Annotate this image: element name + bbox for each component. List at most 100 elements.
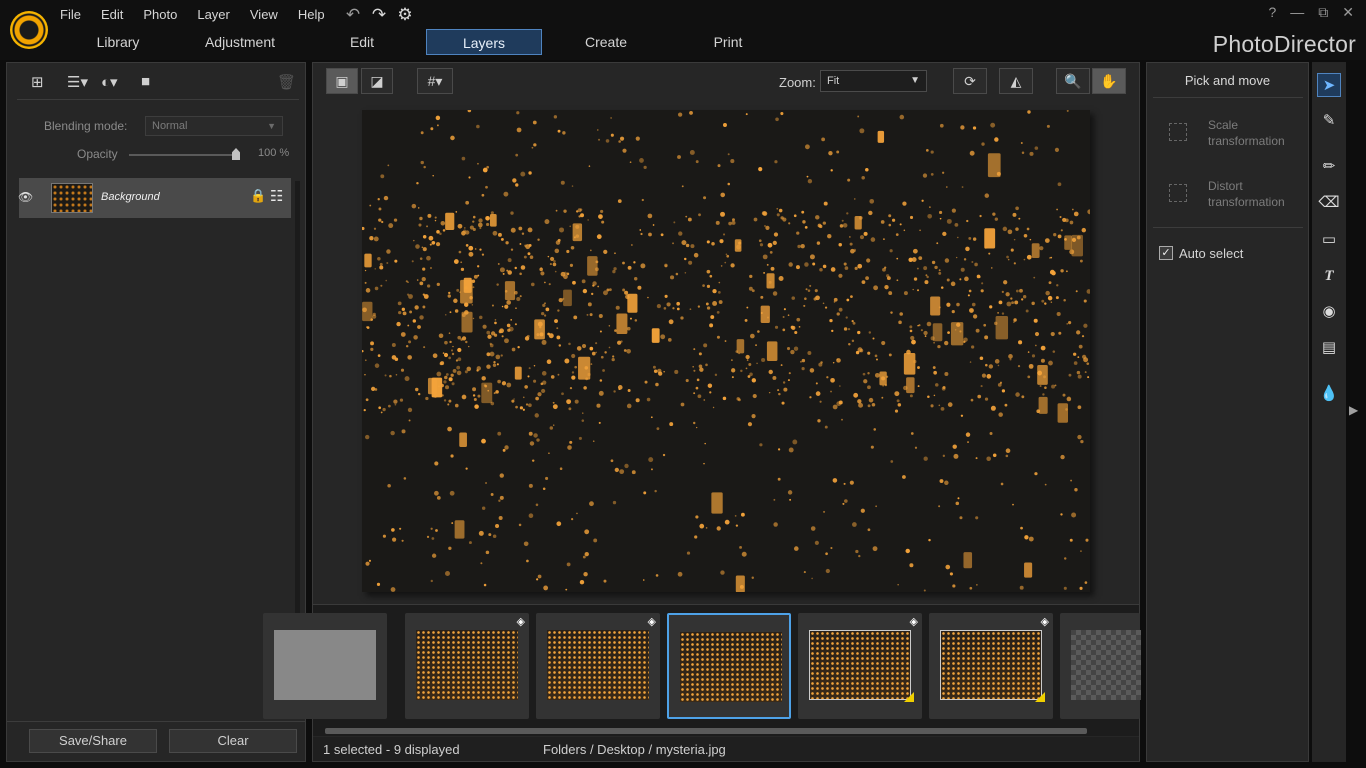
- redo-icon[interactable]: ↷: [371, 5, 387, 25]
- filmstrip-thumb-selected[interactable]: [667, 613, 791, 719]
- distort-transformation-button[interactable]: Distort transformation: [1169, 178, 1299, 214]
- lantern-light: [756, 362, 758, 365]
- menu-layer[interactable]: Layer: [197, 7, 230, 22]
- auto-select-checkbox[interactable]: ✓: [1159, 246, 1173, 260]
- filmstrip-thumb[interactable]: ◈: [929, 613, 1053, 719]
- lock-icon[interactable]: 🔒: [250, 188, 266, 204]
- adjustment-layer-icon[interactable]: ◐▾: [101, 73, 118, 91]
- clear-button[interactable]: Clear: [169, 729, 297, 753]
- lantern-light: [528, 403, 532, 408]
- lantern-light: [944, 340, 949, 346]
- tab-library[interactable]: Library: [60, 29, 176, 55]
- lantern-light: [606, 288, 610, 292]
- grid-icon[interactable]: #▾: [417, 68, 453, 94]
- mask-icon[interactable]: ■: [141, 73, 150, 90]
- lantern-light: [1060, 454, 1065, 460]
- filmstrip-thumb[interactable]: ◈: [405, 613, 529, 719]
- lantern-light: [481, 193, 485, 197]
- collapse-right-arrow-icon[interactable]: ▶: [1349, 403, 1358, 417]
- layer-menu-icon[interactable]: ☰▾: [67, 73, 88, 91]
- menu-file[interactable]: File: [60, 7, 81, 22]
- photo-canvas[interactable]: [362, 110, 1090, 592]
- lantern-light: [569, 440, 573, 444]
- lantern-light: [807, 179, 813, 184]
- lantern-light: [745, 367, 748, 370]
- settings-gear-icon[interactable]: ⚙: [397, 5, 413, 25]
- lantern-light: [498, 515, 503, 520]
- zoom-select[interactable]: Fit ▼: [820, 70, 927, 92]
- filmstrip-scrollbar[interactable]: [325, 728, 1087, 734]
- lantern-light: [523, 541, 529, 547]
- lantern-light: [680, 316, 684, 320]
- help-button[interactable]: ?: [1268, 4, 1276, 21]
- filmstrip-thumb[interactable]: [1060, 613, 1141, 719]
- menu-help[interactable]: Help: [298, 7, 325, 22]
- lantern-light: [967, 294, 970, 297]
- blending-mode-select[interactable]: Normal ▼: [145, 116, 283, 136]
- lantern-light: [753, 217, 758, 222]
- flip-icon[interactable]: ◭: [999, 68, 1033, 94]
- tab-adjustment[interactable]: Adjustment: [182, 29, 298, 55]
- restore-button[interactable]: ⧉: [1318, 4, 1328, 21]
- tab-create[interactable]: Create: [548, 29, 664, 55]
- lantern-light: [1051, 384, 1056, 389]
- canvas-area[interactable]: [313, 99, 1139, 604]
- lantern-light: [561, 392, 564, 396]
- filmstrip-thumb[interactable]: ◈: [798, 613, 922, 719]
- rectangle-icon[interactable]: ▭: [1317, 228, 1341, 252]
- lantern-light: [814, 289, 818, 293]
- menu-photo[interactable]: Photo: [143, 7, 177, 22]
- undo-icon[interactable]: ↶: [345, 5, 361, 25]
- close-button[interactable]: ✕: [1342, 4, 1354, 21]
- lantern-light: [1002, 226, 1008, 232]
- new-layer-icon[interactable]: ⊞: [31, 73, 44, 91]
- gradient-icon[interactable]: ▤: [1317, 336, 1341, 360]
- menu-view[interactable]: View: [250, 7, 278, 22]
- lantern-light: [1076, 235, 1081, 240]
- rotate-icon[interactable]: ⟳: [953, 68, 987, 94]
- lantern-light: [583, 386, 587, 390]
- lantern-light: [731, 218, 735, 222]
- lantern-light: [610, 133, 614, 137]
- lantern-light: [559, 227, 565, 233]
- tab-edit[interactable]: Edit: [304, 29, 420, 55]
- compare-view-icon[interactable]: ◪: [361, 68, 393, 94]
- selection-brush-icon[interactable]: ✎: [1317, 109, 1341, 133]
- text-tool-icon[interactable]: T: [1317, 264, 1341, 288]
- save-share-button[interactable]: Save/Share: [29, 729, 157, 753]
- opacity-slider-handle[interactable]: [232, 148, 240, 160]
- lantern-light: [506, 382, 512, 388]
- zoom-magnifier-icon[interactable]: 🔍: [1056, 68, 1090, 94]
- lantern-light: [695, 426, 698, 429]
- tab-print[interactable]: Print: [670, 29, 786, 55]
- lantern-light: [568, 407, 572, 411]
- eraser-icon[interactable]: ⌫: [1317, 191, 1341, 215]
- lantern-light: [581, 419, 585, 422]
- lantern-light: [780, 364, 783, 367]
- lantern-light: [741, 512, 745, 517]
- single-view-icon[interactable]: ▣: [326, 68, 358, 94]
- hand-pan-icon[interactable]: ✋: [1092, 68, 1126, 94]
- opacity-slider-track[interactable]: [129, 154, 239, 156]
- visibility-eye-icon[interactable]: 👁: [18, 190, 33, 204]
- paint-bucket-icon[interactable]: ◉: [1317, 300, 1341, 324]
- menu-edit[interactable]: Edit: [101, 7, 123, 22]
- lantern-light: [800, 244, 805, 249]
- lantern-light: [479, 315, 483, 320]
- lantern-light: [757, 330, 760, 333]
- scale-transformation-button[interactable]: Scale transformation: [1169, 117, 1299, 153]
- minimize-button[interactable]: —: [1290, 4, 1304, 21]
- droplet-icon[interactable]: 💧: [1317, 382, 1341, 406]
- pencil-icon[interactable]: ✏: [1317, 155, 1341, 179]
- lantern-light: [1083, 299, 1087, 303]
- pick-move-arrow-icon[interactable]: ➤: [1317, 73, 1341, 97]
- filmstrip-thumb[interactable]: [263, 613, 387, 719]
- lantern-light: [1046, 124, 1050, 128]
- layer-settings-sliders-icon[interactable]: ☷: [270, 187, 283, 205]
- delete-layer-icon[interactable]: 🗑: [277, 73, 296, 91]
- tab-layers[interactable]: Layers: [426, 29, 542, 55]
- lantern-light: [942, 454, 946, 458]
- layer-row-background[interactable]: 👁 Background 🔒 ☷: [18, 178, 291, 218]
- filmstrip-thumb[interactable]: ◈: [536, 613, 660, 719]
- lantern-light: [798, 325, 801, 328]
